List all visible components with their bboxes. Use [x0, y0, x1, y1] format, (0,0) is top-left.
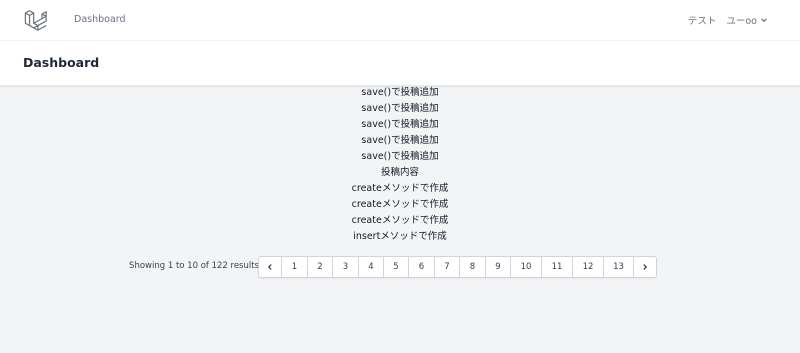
list-item: save()で投稿追加: [361, 151, 439, 162]
laravel-logo-icon[interactable]: [24, 8, 48, 32]
list-item: save()で投稿追加: [361, 87, 439, 98]
page-link-11[interactable]: 11: [541, 257, 572, 277]
page-link-4[interactable]: 4: [358, 257, 383, 277]
page-header: Dashboard: [0, 41, 800, 86]
chevron-right-icon: [643, 264, 648, 270]
list-item: 投稿内容: [380, 167, 419, 178]
page-link-9[interactable]: 9: [485, 257, 510, 277]
page-link-13[interactable]: 13: [603, 257, 633, 277]
results-summary: Showing 1 to 10 of 122 results: [129, 261, 259, 271]
page-link-5[interactable]: 5: [383, 257, 408, 277]
pagination: Showing 1 to 10 of 122 results 1 2 3 4 5…: [0, 256, 800, 278]
list-item: createメソッドで作成: [351, 183, 449, 194]
nav-test-link[interactable]: テスト: [688, 13, 717, 27]
list-item: save()で投稿追加: [361, 119, 439, 130]
next-page-button[interactable]: [633, 257, 656, 277]
nav-right-menu: テスト ユーoo: [688, 13, 768, 27]
pagination-links: 1 2 3 4 5 6 7 8 9 10 11 12 13: [258, 256, 657, 278]
list-item: createメソッドで作成: [351, 215, 449, 226]
page-link-8[interactable]: 8: [459, 257, 485, 277]
page-link-10[interactable]: 10: [510, 257, 541, 277]
page-link-1[interactable]: 1: [281, 257, 307, 277]
chevron-left-icon: [267, 264, 272, 270]
list-item: save()で投稿追加: [361, 135, 439, 146]
page-title: Dashboard: [23, 55, 100, 70]
page-link-6[interactable]: 6: [408, 257, 434, 277]
page-link-2[interactable]: 2: [307, 257, 332, 277]
list-item: createメソッドで作成: [351, 199, 449, 210]
page-link-3[interactable]: 3: [332, 257, 358, 277]
page-link-12[interactable]: 12: [572, 257, 603, 277]
list-item: insertメソッドで作成: [353, 231, 447, 242]
page-link-7[interactable]: 7: [434, 257, 459, 277]
list-item: save()で投稿追加: [361, 103, 439, 114]
chevron-down-icon: [761, 18, 767, 23]
previous-page-button[interactable]: [259, 257, 281, 277]
post-list: save()で投稿追加 save()で投稿追加 save()で投稿追加 save…: [0, 85, 800, 245]
user-name: ユーoo: [726, 16, 757, 27]
top-navbar: Dashboard テスト ユーoo: [0, 0, 800, 41]
nav-dashboard-link[interactable]: Dashboard: [74, 14, 126, 25]
user-dropdown[interactable]: ユーoo: [726, 13, 768, 27]
